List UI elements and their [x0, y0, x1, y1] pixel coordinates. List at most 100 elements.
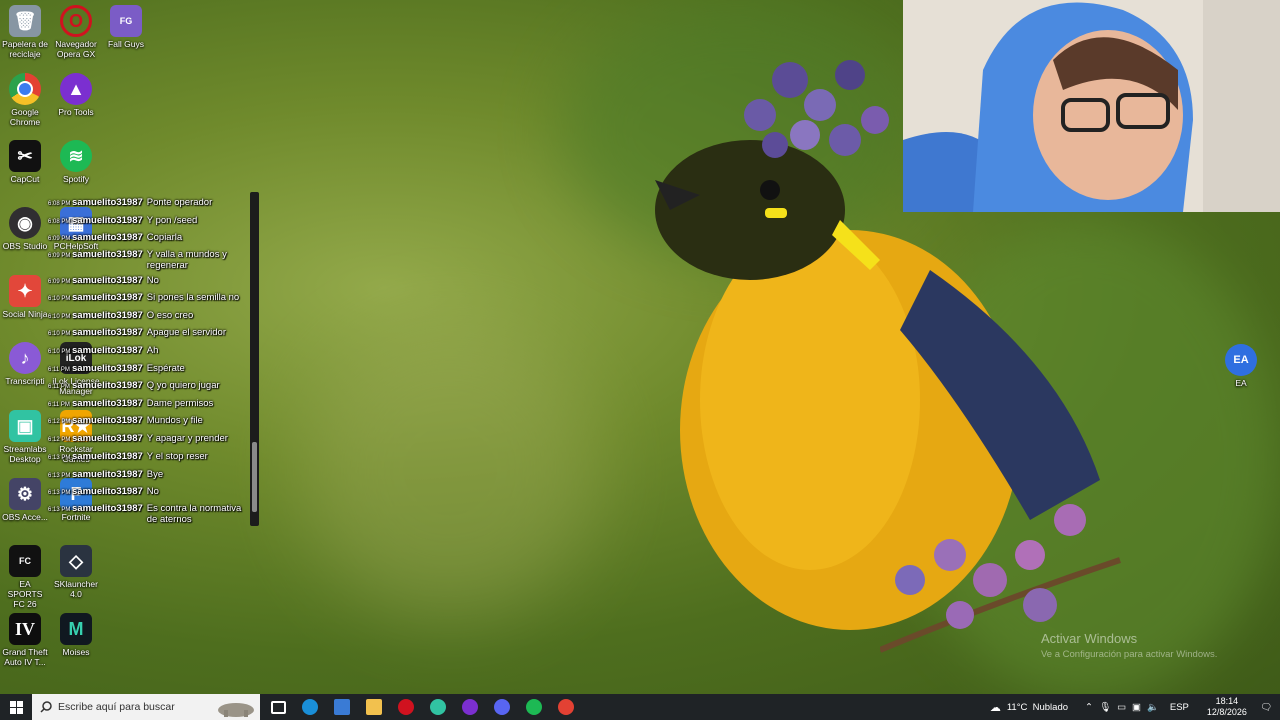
chat-username[interactable]: samuelito31987 — [72, 197, 143, 208]
display-icon[interactable]: ▣ — [1132, 702, 1141, 713]
taskbar-app-pro-tools[interactable] — [454, 694, 486, 720]
chat-username[interactable]: samuelito31987 — [72, 469, 143, 480]
chat-message: 6:11 PM samuelito31987 Dame permisos — [48, 398, 248, 411]
chat-overlay: 6:08 PM samuelito31987 Ponte operador 6:08 … — [48, 194, 254, 525]
obs-accessory-icon: ⚙ — [9, 478, 41, 510]
start-button[interactable] — [0, 694, 32, 720]
chat-username[interactable]: samuelito31987 — [72, 363, 143, 374]
chat-username[interactable]: samuelito31987 — [72, 415, 143, 426]
pro-tools-icon — [462, 699, 478, 715]
chat-timestamp: 6:11 PM — [48, 367, 70, 373]
chat-username[interactable]: samuelito31987 — [72, 275, 143, 286]
desktop-icon-ea-fc[interactable]: FC EA SPORTS FC 26 — [1, 545, 49, 609]
chat-username[interactable]: samuelito31987 — [72, 249, 143, 260]
taskbar-app-opera-gx[interactable] — [390, 694, 422, 720]
taskbar-app-streamlabs[interactable] — [422, 694, 454, 720]
taskbar-app-discord[interactable] — [486, 694, 518, 720]
edge-icon — [302, 699, 318, 715]
chat-timestamp: 6:09 PM — [48, 236, 71, 242]
volume-icon[interactable]: 🔈 — [1147, 702, 1159, 713]
weather-icon[interactable]: ☁ — [990, 701, 1001, 714]
taskbar-app-spotify[interactable] — [518, 694, 550, 720]
chat-message: 6:12 PM samuelito31987 Mundos y file — [48, 415, 248, 428]
search-highlight-image — [218, 703, 254, 717]
chat-timestamp: 6:09 PM — [48, 253, 71, 259]
desktop-icon-social-ninja[interactable]: ✦ Social Ninja — [1, 275, 49, 319]
chat-message: 6:11 PM samuelito31987 Espérate — [48, 363, 248, 376]
file-explorer-icon — [366, 699, 382, 715]
berries-illustration — [744, 60, 889, 158]
fall-guys-icon: FG — [110, 5, 142, 37]
chat-text: Mundos y file — [146, 415, 203, 426]
chat-text: O eso creo — [146, 310, 194, 321]
chat-username[interactable]: samuelito31987 — [72, 232, 143, 243]
network-icon[interactable]: ▭ — [1117, 702, 1126, 713]
chat-message: 6:08 PM samuelito31987 Y pon /seed — [48, 215, 248, 228]
moises-icon: M — [60, 613, 92, 645]
spotify-icon — [526, 699, 542, 715]
opera-gx-icon — [398, 699, 414, 715]
desktop-icon-transcription[interactable]: ♪ Transcripti — [1, 342, 49, 386]
taskbar-app-chrome[interactable] — [550, 694, 582, 720]
chat-username[interactable]: samuelito31987 — [72, 486, 143, 497]
chat-text: Espérate — [146, 363, 185, 374]
chat-message: 6:13 PM samuelito31987 No — [48, 486, 248, 499]
desktop-icon-fall-guys[interactable]: FG Fall Guys — [102, 5, 150, 49]
desktop-icon-obs-accessory[interactable]: ⚙ OBS Acce... — [1, 478, 49, 522]
chat-message: 6:09 PM samuelito31987 Y valla a mundos y … — [48, 249, 248, 271]
weather-widget[interactable]: 11°C Nublado — [1007, 702, 1068, 713]
clock[interactable]: 18:14 12/8/2026 — [1207, 696, 1247, 718]
ea-icon: EA — [1225, 344, 1257, 376]
chat-text: Dame permisos — [146, 398, 214, 409]
search-icon — [40, 701, 52, 713]
chat-username[interactable]: samuelito31987 — [72, 380, 143, 391]
chat-username[interactable]: samuelito31987 — [72, 310, 143, 321]
chat-username[interactable]: samuelito31987 — [72, 433, 143, 444]
notifications-icon[interactable]: 🗨 — [1260, 702, 1272, 713]
desktop-icon-obs[interactable]: ◉ OBS Studio — [1, 207, 49, 251]
desktop-icon-pro-tools[interactable]: ▲ Pro Tools — [52, 73, 100, 117]
chevron-up-icon[interactable]: ⌃ — [1085, 702, 1093, 713]
chat-timestamp: 6:08 PM — [48, 219, 71, 225]
chat-username[interactable]: samuelito31987 — [72, 345, 143, 356]
microphone-icon[interactable]: 🎙 — [1099, 702, 1111, 713]
chat-username[interactable]: samuelito31987 — [72, 327, 143, 338]
desktop-icon-spotify[interactable]: ≋ Spotify — [52, 140, 100, 184]
desktop-icon-ea[interactable]: EA EA — [1217, 344, 1265, 388]
chrome-icon — [558, 699, 574, 715]
chat-timestamp: 6:09 PM — [48, 279, 71, 285]
chat-text: Y valla a mundos y regenerar — [146, 249, 227, 271]
desktop-icon-moises[interactable]: M Moises — [52, 613, 100, 657]
chat-username[interactable]: samuelito31987 — [72, 503, 143, 514]
chat-username[interactable]: samuelito31987 — [72, 451, 143, 462]
activation-watermark-subtitle: Ve a Configuración para activar Windows. — [1041, 649, 1218, 660]
chat-username[interactable]: samuelito31987 — [72, 292, 143, 303]
windows-icon — [9, 700, 23, 714]
chat-text: Apague el servidor — [146, 327, 226, 338]
chat-timestamp: 6:13 PM — [48, 490, 71, 496]
chrome-icon — [9, 73, 41, 105]
search-placeholder: Escribe aquí para buscar — [58, 701, 175, 713]
desktop-icon-streamlabs[interactable]: ▣ Streamlabs Desktop — [1, 410, 49, 464]
desktop-icon-gta-iv[interactable]: IV Grand Theft Auto IV T... — [1, 613, 49, 667]
desktop-icon-sklauncher[interactable]: ◇ SKlauncher 4.0 — [52, 545, 100, 599]
scrollbar-thumb[interactable] — [252, 442, 257, 512]
chat-username[interactable]: samuelito31987 — [72, 215, 143, 226]
chat-text: Ponte operador — [146, 197, 213, 208]
desktop-icon-chrome[interactable]: Google Chrome — [1, 73, 49, 127]
chat-timestamp: 6:11 PM — [48, 384, 70, 390]
chat-scrollbar[interactable] — [250, 192, 259, 526]
chat-message: 6:09 PM samuelito31987 Copiarla — [48, 232, 248, 245]
taskbar-app-edge[interactable] — [294, 694, 326, 720]
taskbar-app-store[interactable] — [326, 694, 358, 720]
chat-message: 6:11 PM samuelito31987 Q yo quiero jugar — [48, 380, 248, 393]
language-indicator[interactable]: ESP — [1170, 702, 1189, 713]
taskbar-app-file-explorer[interactable] — [358, 694, 390, 720]
taskbar-app-task-view[interactable] — [262, 694, 294, 720]
ea-fc-icon: FC — [9, 545, 41, 577]
taskbar-search-box[interactable]: Escribe aquí para buscar — [32, 694, 260, 720]
desktop-icon-capcut[interactable]: ✂ CapCut — [1, 140, 49, 184]
chat-username[interactable]: samuelito31987 — [72, 398, 143, 409]
desktop-icon-recycle-bin[interactable]: 🗑 Papelera de reciclaje — [1, 5, 49, 59]
desktop-icon-opera-gx[interactable]: O Navegador Opera GX — [52, 5, 100, 59]
